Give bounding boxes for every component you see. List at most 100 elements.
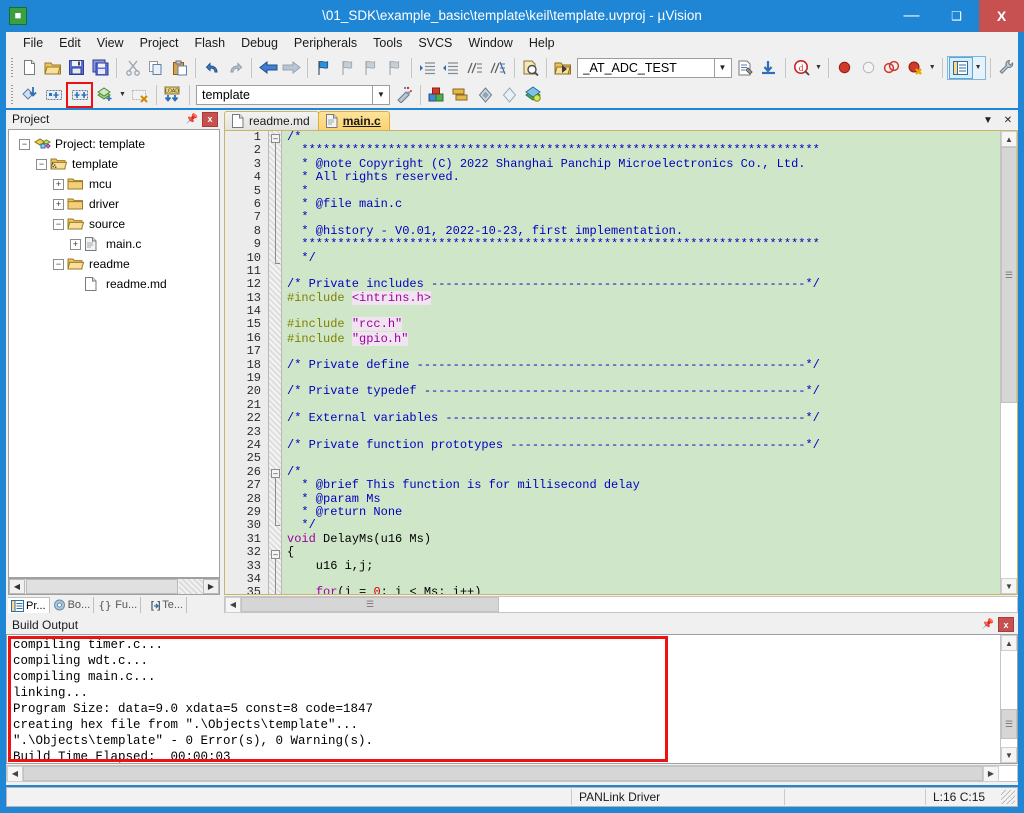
menu-item-debug[interactable]: Debug [233,34,286,52]
new-file-icon[interactable] [18,56,42,79]
scroll-right-arrow-icon[interactable]: ▶ [203,579,219,594]
menu-item-edit[interactable]: Edit [51,34,89,52]
menu-item-flash[interactable]: Flash [186,34,233,52]
indent-increase-icon[interactable] [416,56,440,79]
start-debug-session-icon[interactable] [551,56,575,79]
multi-project-icon[interactable] [521,83,545,106]
navigate-back-icon[interactable] [256,56,280,79]
menu-item-help[interactable]: Help [521,34,563,52]
build-output-vscrollbar[interactable]: ▲ ☰ ▼ [1000,635,1017,763]
fold-marker-line32[interactable]: – [271,550,280,559]
project-window-icon[interactable] [948,56,973,79]
minimize-button[interactable]: — [889,0,934,32]
menu-item-file[interactable]: File [15,34,51,52]
scroll-left-arrow-icon[interactable]: ◀ [7,765,23,782]
fold-marker-line1[interactable]: – [271,134,280,143]
translate-file-icon[interactable] [18,83,42,106]
collapse-icon[interactable]: − [53,258,64,270]
menu-item-project[interactable]: Project [132,34,187,52]
close-button[interactable]: X [979,0,1024,32]
cut-icon[interactable] [121,56,145,79]
project-tree[interactable]: − Project: template − template + mcu + driver − s… [8,129,220,578]
project-tab-3[interactable]: []Te... [141,597,187,613]
chevron-down-icon[interactable]: ▼ [372,85,389,104]
menu-item-tools[interactable]: Tools [365,34,410,52]
indent-decrease-icon[interactable] [439,56,463,79]
comment-lines-icon[interactable] [463,56,487,79]
fold-marker-line26[interactable]: – [271,469,280,478]
paste-icon[interactable] [168,56,192,79]
save-icon[interactable] [65,56,89,79]
menu-item-window[interactable]: Window [460,34,520,52]
editor-tab-readme-md[interactable]: readme.md [224,111,319,130]
goto-definition-icon[interactable] [757,56,781,79]
bookmark-next-icon[interactable] [360,56,384,79]
menu-item-peripherals[interactable]: Peripherals [286,34,365,52]
tree-item[interactable]: − Project: template [9,134,219,154]
chevron-down-icon[interactable]: ▼ [813,56,824,79]
redo-icon[interactable] [224,56,248,79]
scroll-left-arrow-icon[interactable]: ◀ [9,579,25,594]
build-output-content[interactable]: compiling timer.c... compiling wdt.c... co… [6,634,1018,764]
scroll-down-arrow-icon[interactable]: ▼ [1001,578,1017,594]
tree-item[interactable]: + driver [9,194,219,214]
scroll-thumb[interactable]: ☰ [1001,147,1017,403]
editor-tab-main-c[interactable]: main.c [317,111,390,130]
scroll-thumb[interactable]: ☰ [241,597,499,612]
scroll-up-arrow-icon[interactable]: ▲ [1001,131,1017,147]
collapse-icon[interactable]: − [19,138,30,150]
insert-bookmark-icon[interactable] [734,56,758,79]
expand-icon[interactable]: + [53,198,64,210]
collapse-icon[interactable]: − [53,218,64,230]
pack-installer-icon[interactable] [497,83,521,106]
close-icon[interactable]: x [998,617,1014,632]
pin-icon[interactable]: 📌 [980,617,996,632]
project-tab-1[interactable]: Bo... [50,597,95,613]
batch-build-icon[interactable] [93,83,117,106]
tree-item[interactable]: − readme [9,254,219,274]
debug-session-icon[interactable]: d [790,56,814,79]
close-icon[interactable]: x [202,111,218,127]
find-in-files-icon[interactable] [519,56,543,79]
scroll-up-arrow-icon[interactable]: ▲ [1001,635,1017,651]
copy-icon[interactable] [144,56,168,79]
disable-all-breakpoints-icon[interactable] [903,56,927,79]
scroll-track[interactable] [179,579,203,594]
disable-breakpoint-icon[interactable] [856,56,880,79]
toolbar-grip[interactable] [9,57,16,78]
manage-project-items-icon[interactable] [425,83,449,106]
tree-item[interactable]: + main.c [9,234,219,254]
tree-item[interactable]: readme.md [9,274,219,294]
symbol-search-combo[interactable]: _AT_ADC_TEST ▼ [576,57,732,78]
bookmark-clear-icon[interactable] [383,56,407,79]
rebuild-all-icon[interactable] [66,81,93,108]
scroll-right-arrow-icon[interactable]: ▶ [983,765,999,782]
scroll-down-arrow-icon[interactable]: ▼ [1001,747,1017,763]
select-software-packs-icon[interactable] [473,83,497,106]
undo-icon[interactable] [200,56,224,79]
code-editor[interactable]: 1/* 2 ***********************************… [224,130,1018,595]
uncomment-lines-icon[interactable] [486,56,510,79]
configuration-wizard-icon[interactable] [995,56,1019,79]
toolbar-grip[interactable] [9,84,16,105]
chevron-down-icon[interactable]: ▼ [117,83,128,106]
chevron-down-icon[interactable]: ▼ [973,56,984,79]
chevron-down-icon[interactable]: ▼ [978,111,998,129]
target-select[interactable]: template ▼ [196,84,390,105]
navigate-forward-icon[interactable] [280,56,304,79]
manage-run-time-env-icon[interactable] [449,83,473,106]
tree-item[interactable]: − template [9,154,219,174]
chevron-down-icon[interactable]: ▼ [927,56,938,79]
maximize-button[interactable]: ❑ [934,0,979,32]
stop-build-icon[interactable] [128,83,152,106]
chevron-down-icon[interactable]: ▼ [713,58,731,77]
open-file-icon[interactable] [41,56,65,79]
project-tab-0[interactable]: Pr... [8,597,50,613]
download-to-flash-icon[interactable]: LOAD [161,83,185,106]
insert-breakpoint-icon[interactable] [833,56,857,79]
build-output-hscrollbar[interactable]: ◀ ▶ [6,765,1018,782]
scroll-thumb[interactable] [26,579,178,594]
target-options-icon[interactable] [392,83,416,106]
close-icon[interactable]: ✕ [998,111,1018,129]
scroll-left-arrow-icon[interactable]: ◀ [225,596,241,613]
